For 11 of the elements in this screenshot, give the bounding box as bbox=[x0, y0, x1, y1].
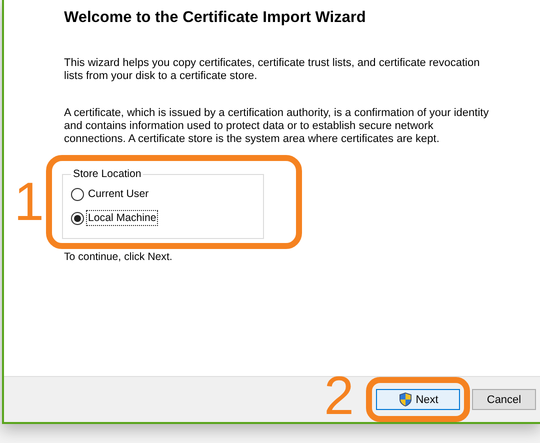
instruction-text: To continue, click Next. bbox=[64, 251, 174, 263]
next-button[interactable]: Next bbox=[376, 389, 460, 410]
cancel-button[interactable]: Cancel bbox=[472, 389, 536, 410]
wizard-title: Welcome to the Certificate Import Wizard bbox=[64, 9, 367, 27]
step-number: 1 bbox=[14, 175, 44, 229]
radio-label[interactable]: Current User bbox=[86, 186, 151, 202]
group-label: Store Location bbox=[72, 168, 142, 180]
step-number: 2 bbox=[324, 369, 354, 423]
radio-label[interactable]: Local Machine bbox=[86, 210, 158, 226]
description-text: This wizard helps you copy certificates, certificate trust lists, and certificate revocation lists from your disk to a certificate store. bbox=[64, 57, 481, 83]
description-text: A certificate, which is issued by a certification authority, is a confirmation of your identity and contains information used to protect data or to establish secure network connections. A certificate store is the system area where certificates are kept. bbox=[64, 107, 490, 146]
